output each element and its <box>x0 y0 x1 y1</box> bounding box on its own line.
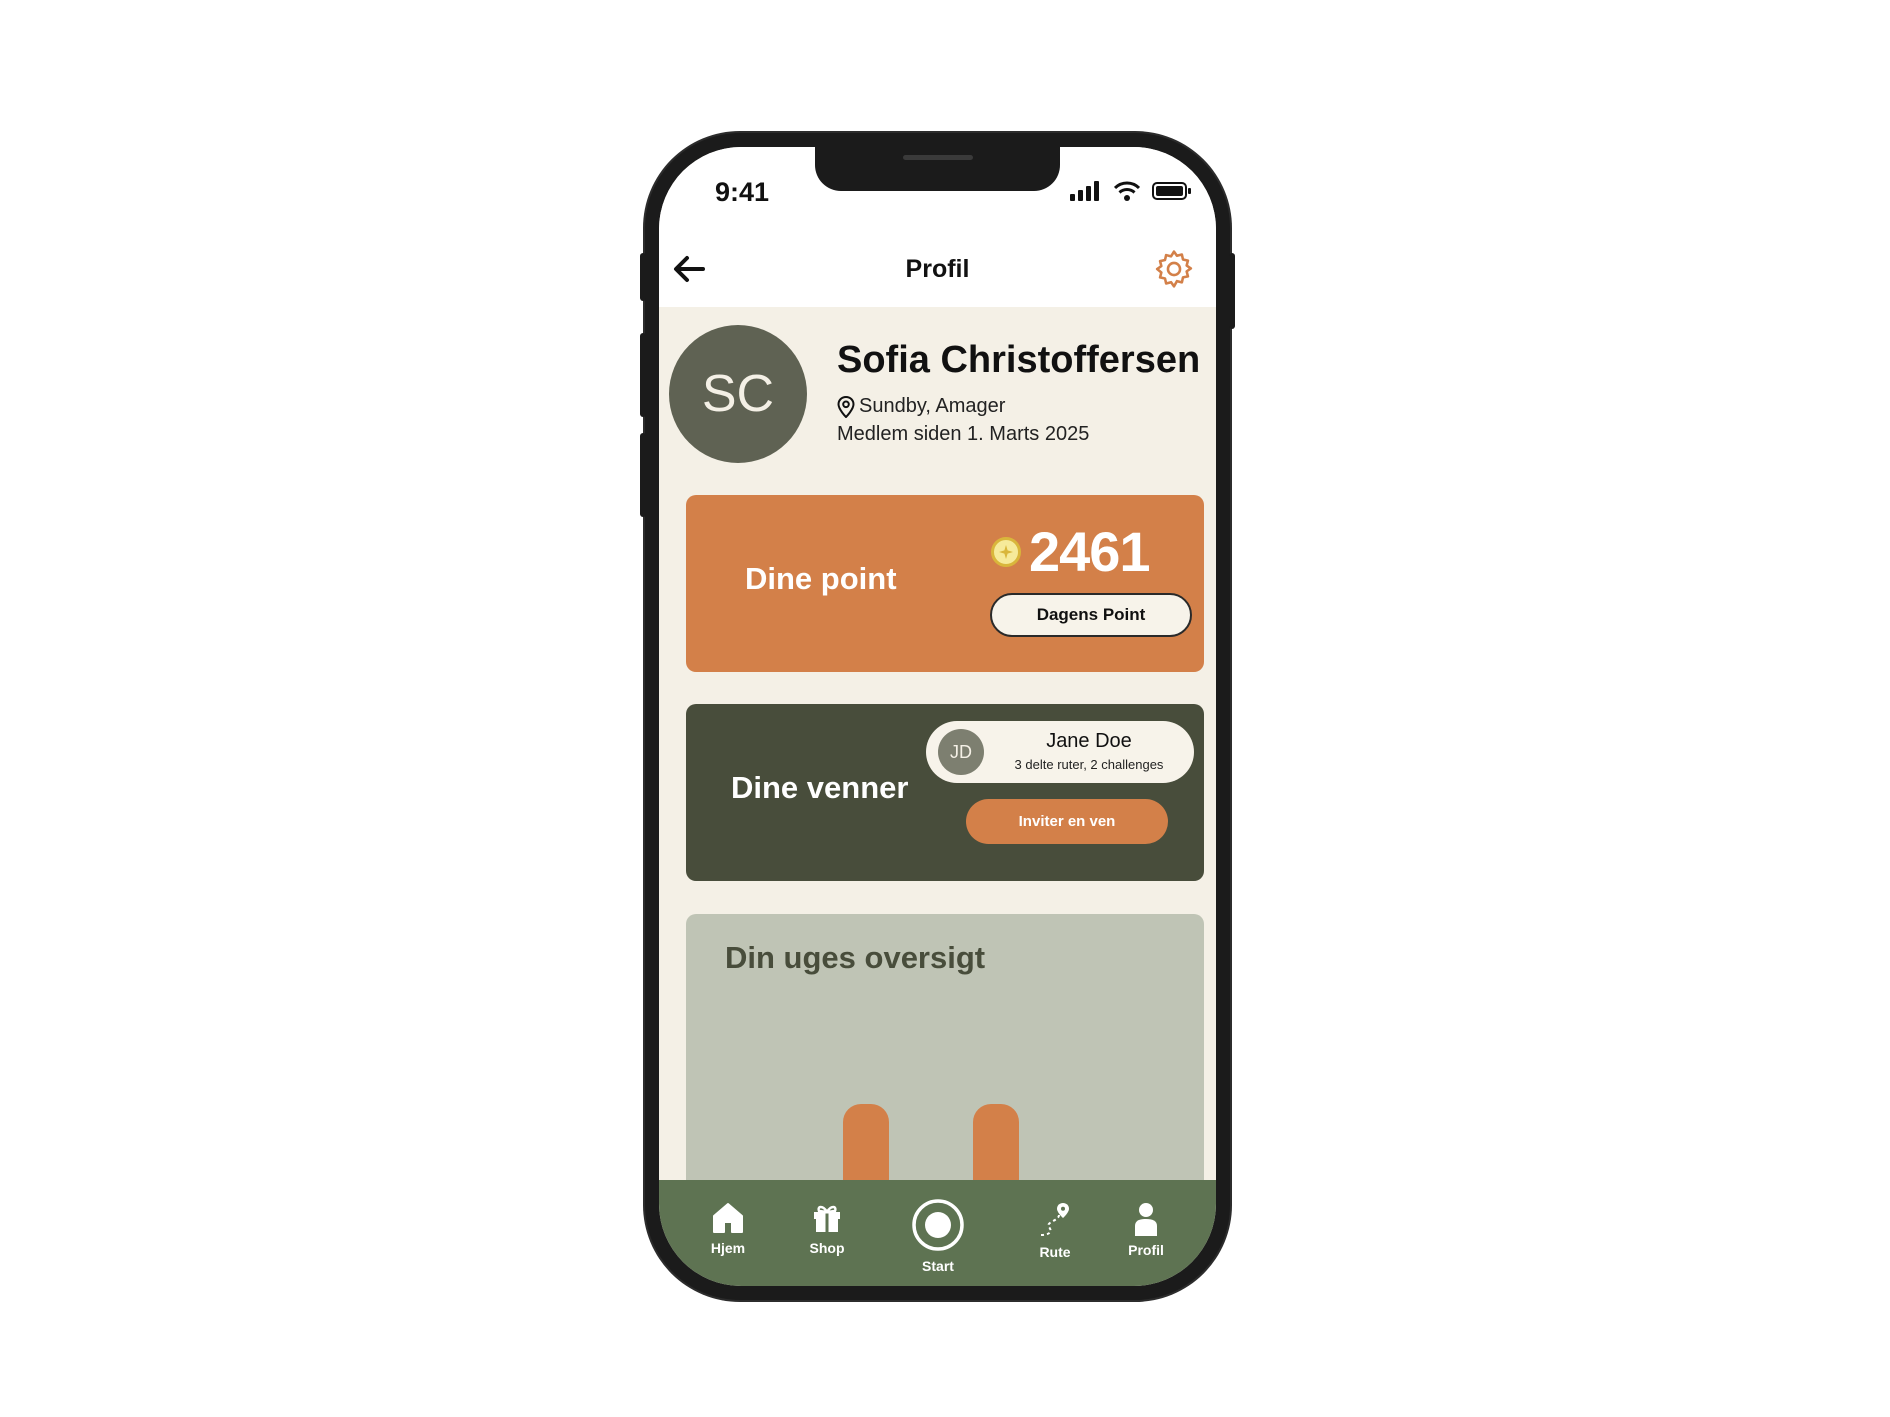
tab-shop-label: Shop <box>809 1240 845 1256</box>
tab-route[interactable]: Rute <box>1015 1202 1095 1260</box>
invite-friend-button[interactable]: Inviter en ven <box>966 799 1168 844</box>
tab-start[interactable]: Start <box>898 1198 978 1274</box>
battery-icon <box>1152 182 1191 200</box>
tab-profile-label: Profil <box>1128 1242 1164 1258</box>
points-total: 2461 <box>991 519 1151 584</box>
location-pin-icon <box>837 395 855 418</box>
friend-stats: 3 delte ruter, 2 challenges <box>1014 757 1164 772</box>
wifi-icon <box>1114 181 1140 201</box>
friends-card: Dine venner JD Jane Doe 3 delte ruter, 2… <box>686 704 1204 881</box>
friend-name: Jane Doe <box>1046 730 1132 752</box>
tab-home-label: Hjem <box>710 1240 746 1256</box>
points-card: Dine point 2461 Dagens Point <box>686 495 1204 672</box>
tab-profile[interactable]: Profil <box>1106 1202 1186 1258</box>
mute-switch <box>640 253 646 301</box>
user-location: Sundby, Amager <box>837 395 1005 418</box>
user-name: Sofia Christoffersen <box>837 339 1201 381</box>
coin-icon <box>991 536 1021 567</box>
tab-start-label: Start <box>922 1258 954 1274</box>
bottom-tab-bar: Hjem Shop Start Rute Profil <box>659 1180 1216 1286</box>
signal-icon <box>1070 181 1099 201</box>
points-label: Dine point <box>745 561 897 596</box>
gift-icon <box>814 1205 840 1232</box>
friend-item[interactable]: JD Jane Doe 3 delte ruter, 2 challenges <box>926 721 1194 783</box>
avatar: SC <box>669 325 807 463</box>
friend-avatar: JD <box>938 729 984 775</box>
tab-home[interactable]: Hjem <box>688 1202 768 1256</box>
status-bar: 9:41 <box>659 147 1216 227</box>
status-icons <box>1070 181 1192 201</box>
record-icon <box>912 1199 964 1251</box>
volume-down-button <box>640 433 646 517</box>
points-value: 2461 <box>1029 520 1151 583</box>
notch <box>815 147 1060 191</box>
user-location-text: Sundby, Amager <box>859 395 1006 417</box>
home-icon <box>713 1203 743 1233</box>
phone-frame: 9:41 Profil SC Sofia Christoffersen Sund… <box>640 133 1235 1300</box>
person-icon <box>1135 1203 1157 1236</box>
member-since: Medlem siden 1. Marts 2025 <box>837 423 1090 445</box>
gear-icon[interactable] <box>1152 247 1196 291</box>
profile-header: SC Sofia Christoffersen Sundby, Amager M… <box>669 325 1209 465</box>
speaker-grille <box>903 155 973 160</box>
route-icon <box>1040 1203 1069 1236</box>
friends-label: Dine venner <box>731 770 909 805</box>
power-button <box>1229 253 1235 329</box>
screen: 9:41 Profil SC Sofia Christoffersen Sund… <box>659 147 1216 1286</box>
tab-route-label: Rute <box>1039 1244 1071 1260</box>
tab-shop[interactable]: Shop <box>787 1202 867 1256</box>
weekly-overview-title: Din uges oversigt <box>725 940 986 975</box>
weekly-overview-card: Din uges oversigt <box>686 914 1204 1204</box>
top-bar: Profil <box>659 227 1216 307</box>
status-time: 9:41 <box>715 177 770 207</box>
sparkle-icon <box>999 544 1013 559</box>
daily-points-button[interactable]: Dagens Point <box>990 593 1192 637</box>
volume-up-button <box>640 333 646 417</box>
page-title: Profil <box>905 255 970 283</box>
